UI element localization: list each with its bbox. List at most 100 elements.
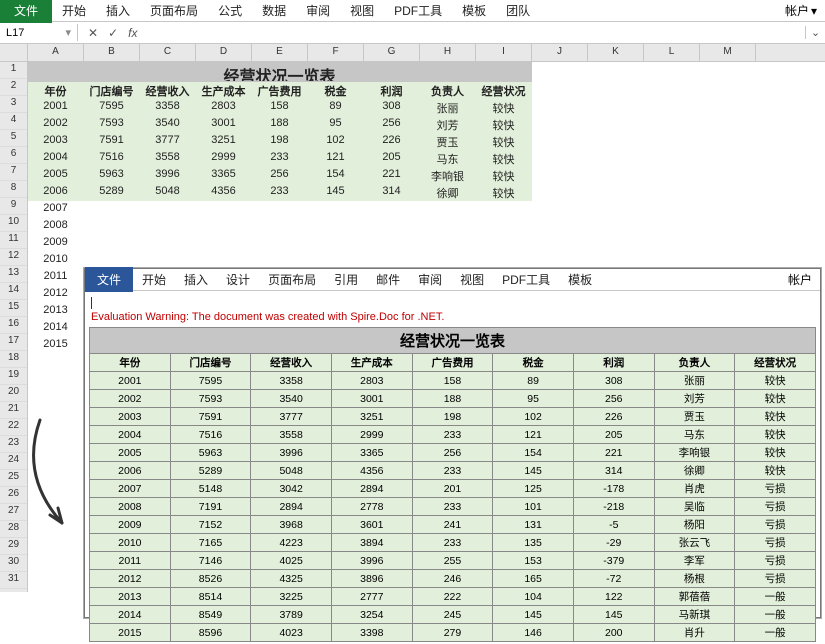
cell[interactable] <box>644 116 700 133</box>
row-header-9[interactable]: 9 <box>0 198 27 215</box>
row-header-14[interactable]: 14 <box>0 283 27 300</box>
word-tab-引用[interactable]: 引用 <box>325 267 367 292</box>
word-tab-设计[interactable]: 设计 <box>217 267 259 292</box>
cell[interactable] <box>588 116 644 133</box>
cell[interactable] <box>140 201 196 218</box>
col-header-M[interactable]: M <box>700 44 756 61</box>
cell[interactable] <box>28 575 84 592</box>
cell[interactable]: 2007 <box>28 201 84 218</box>
col-header-C[interactable]: C <box>140 44 196 61</box>
cell[interactable]: 3540 <box>140 116 196 133</box>
col-header-L[interactable]: L <box>644 44 700 61</box>
cell[interactable] <box>588 82 644 99</box>
cell[interactable]: 2008 <box>28 218 84 235</box>
cell[interactable]: 226 <box>364 133 420 150</box>
row-header-19[interactable]: 19 <box>0 368 27 385</box>
cancel-icon[interactable]: ✕ <box>88 26 98 40</box>
cell[interactable]: 121 <box>308 150 364 167</box>
cell[interactable] <box>252 235 308 252</box>
cell[interactable]: 2803 <box>196 99 252 116</box>
cell[interactable]: 3001 <box>196 116 252 133</box>
cell[interactable]: 2013 <box>28 303 84 320</box>
cell[interactable] <box>532 62 588 82</box>
cell[interactable]: 198 <box>252 133 308 150</box>
row-header-26[interactable]: 26 <box>0 487 27 504</box>
cell[interactable] <box>644 235 700 252</box>
cell[interactable]: 5963 <box>84 167 140 184</box>
expand-formula-icon[interactable]: ⌄ <box>805 26 825 39</box>
cell[interactable] <box>84 218 140 235</box>
cell[interactable]: 188 <box>252 116 308 133</box>
cell[interactable] <box>700 167 756 184</box>
cell[interactable] <box>28 507 84 524</box>
cell[interactable] <box>588 62 644 82</box>
cell[interactable]: 2004 <box>28 150 84 167</box>
cell[interactable]: 2003 <box>28 133 84 150</box>
cell[interactable] <box>644 218 700 235</box>
excel-account[interactable]: 帐户 ▾ <box>777 0 825 23</box>
row-header-21[interactable]: 21 <box>0 402 27 419</box>
row-header-8[interactable]: 8 <box>0 181 27 198</box>
cell[interactable]: 7595 <box>84 99 140 116</box>
cell[interactable]: 2012 <box>28 286 84 303</box>
cell[interactable] <box>196 201 252 218</box>
cell[interactable] <box>28 405 84 422</box>
cell[interactable]: 2014 <box>28 320 84 337</box>
col-header-G[interactable]: G <box>364 44 420 61</box>
cell[interactable] <box>700 150 756 167</box>
cell[interactable] <box>252 218 308 235</box>
cell[interactable] <box>476 218 532 235</box>
excel-tab-PDF工具[interactable]: PDF工具 <box>384 0 452 23</box>
cell[interactable]: 刘芳 <box>420 116 476 133</box>
row-header-7[interactable]: 7 <box>0 164 27 181</box>
select-all-corner[interactable] <box>0 44 28 61</box>
cell[interactable]: 5289 <box>84 184 140 201</box>
word-tab-页面布局[interactable]: 页面布局 <box>259 267 325 292</box>
cell[interactable] <box>84 201 140 218</box>
cell[interactable]: 308 <box>364 99 420 116</box>
cell[interactable]: 利润 <box>364 82 420 99</box>
cell[interactable] <box>196 235 252 252</box>
row-header-11[interactable]: 11 <box>0 232 27 249</box>
cell[interactable] <box>644 184 700 201</box>
cell[interactable]: 徐卿 <box>420 184 476 201</box>
cell[interactable] <box>476 235 532 252</box>
cell[interactable] <box>700 235 756 252</box>
cell[interactable]: 3777 <box>140 133 196 150</box>
row-header-25[interactable]: 25 <box>0 470 27 487</box>
row-header-2[interactable]: 2 <box>0 79 27 96</box>
cell[interactable]: 负责人 <box>420 82 476 99</box>
cell[interactable] <box>140 235 196 252</box>
cell[interactable] <box>196 218 252 235</box>
cell[interactable]: 经营收入 <box>140 82 196 99</box>
cell[interactable] <box>644 99 700 116</box>
cell[interactable]: 2002 <box>28 116 84 133</box>
col-header-E[interactable]: E <box>252 44 308 61</box>
cell[interactable] <box>700 99 756 116</box>
cell[interactable] <box>28 354 84 371</box>
cell[interactable] <box>588 133 644 150</box>
cell[interactable]: 较快 <box>476 184 532 201</box>
cell[interactable] <box>364 201 420 218</box>
cell[interactable]: 102 <box>308 133 364 150</box>
cell[interactable] <box>588 167 644 184</box>
col-header-F[interactable]: F <box>308 44 364 61</box>
cell[interactable] <box>644 82 700 99</box>
cell[interactable]: 95 <box>308 116 364 133</box>
row-header-23[interactable]: 23 <box>0 436 27 453</box>
cell[interactable]: 5048 <box>140 184 196 201</box>
cell[interactable]: 7593 <box>84 116 140 133</box>
cell[interactable] <box>700 116 756 133</box>
cell[interactable] <box>700 218 756 235</box>
cell[interactable]: 3365 <box>196 167 252 184</box>
cell[interactable] <box>28 456 84 473</box>
cell[interactable]: 较快 <box>476 99 532 116</box>
cell[interactable]: 较快 <box>476 116 532 133</box>
cell[interactable]: 89 <box>308 99 364 116</box>
row-header-3[interactable]: 3 <box>0 96 27 113</box>
cell[interactable] <box>588 184 644 201</box>
cell[interactable]: 7591 <box>84 133 140 150</box>
cell[interactable] <box>252 201 308 218</box>
row-header-20[interactable]: 20 <box>0 385 27 402</box>
cell[interactable] <box>700 62 756 82</box>
